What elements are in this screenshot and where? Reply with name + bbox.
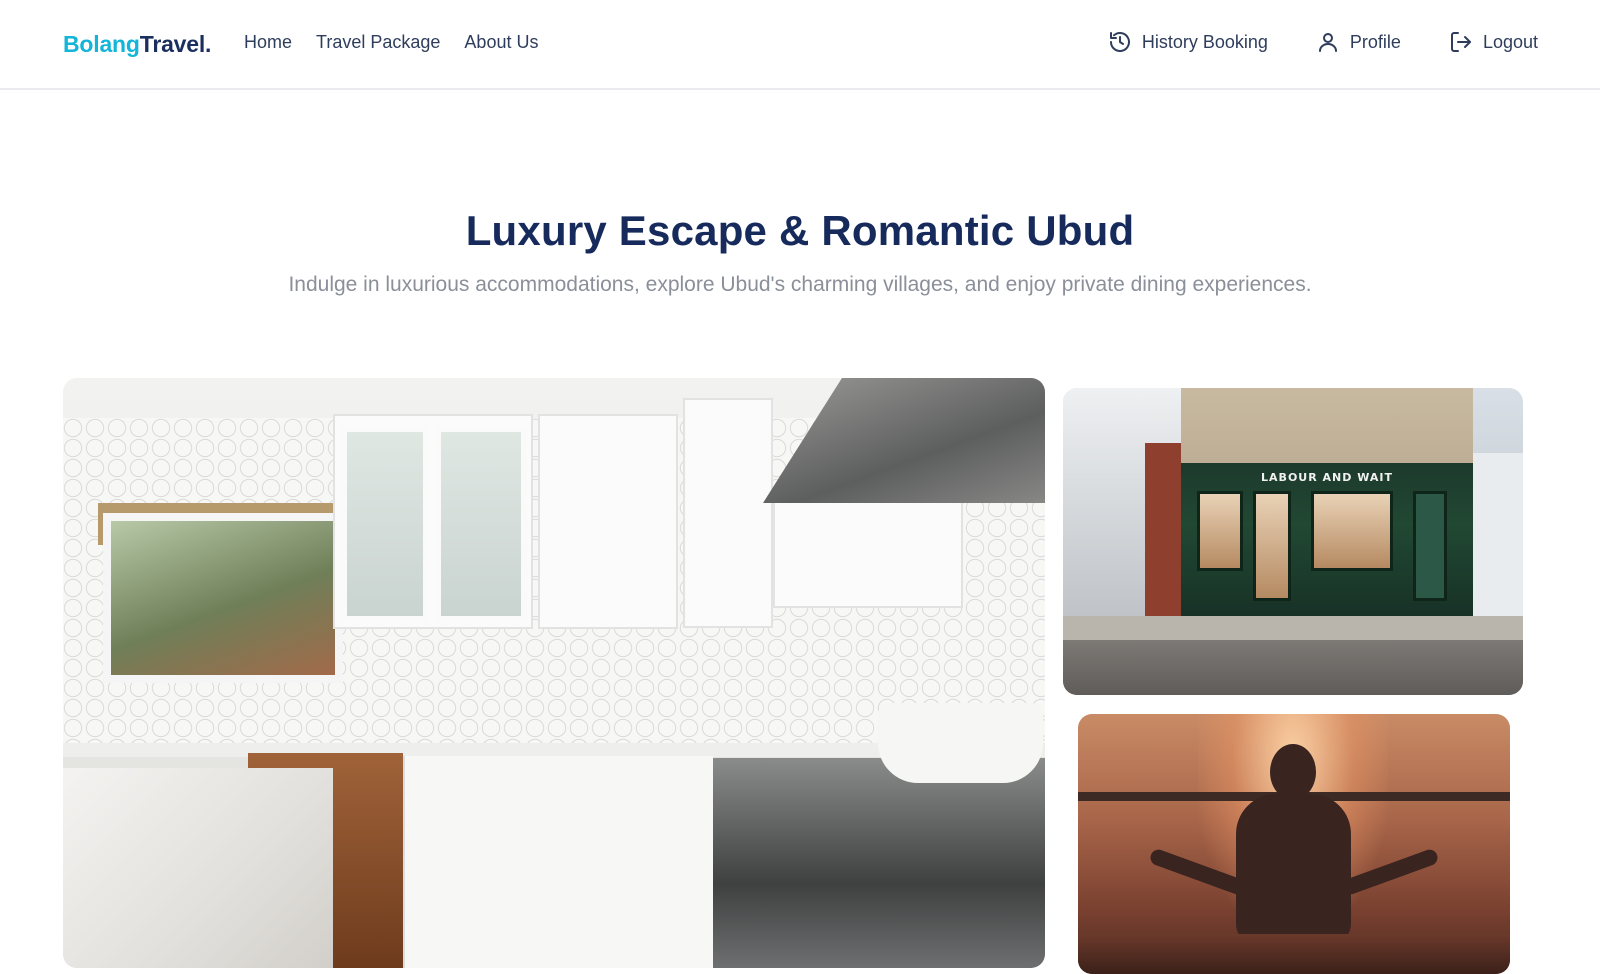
nav-link-about-us[interactable]: About Us xyxy=(464,32,538,53)
kitchen-stove xyxy=(713,758,1045,968)
nav-link-home[interactable]: Home xyxy=(244,32,292,53)
kitchen-cabinet xyxy=(538,414,678,629)
street-pavement xyxy=(1063,616,1523,640)
history-booking-label: History Booking xyxy=(1141,31,1268,52)
kitchen-pot xyxy=(878,703,1043,783)
user-nav: History Booking Profile Logout xyxy=(1108,30,1538,54)
street-road xyxy=(1063,640,1523,695)
street-right-building xyxy=(1473,453,1523,618)
nav-link-travel-package[interactable]: Travel Package xyxy=(316,32,440,53)
shop-door-right xyxy=(1413,491,1447,601)
top-navbar: BolangTravel. Home Travel Package About … xyxy=(0,0,1600,90)
main-nav: Home Travel Package About Us xyxy=(244,32,538,53)
street-shop-photo[interactable]: LABOUR AND WAIT xyxy=(1063,388,1523,695)
yoga-head xyxy=(1270,744,1316,800)
kitchen-range-hood xyxy=(763,378,1045,503)
shop-sign: LABOUR AND WAIT xyxy=(1261,471,1393,484)
logout-label: Logout xyxy=(1482,31,1538,52)
shop-window-left xyxy=(1197,491,1243,571)
yoga-sunset-photo[interactable] xyxy=(1078,714,1510,974)
brand-logo[interactable]: BolangTravel. xyxy=(63,31,211,58)
kitchen-window xyxy=(103,513,343,683)
shop-door xyxy=(1253,491,1291,601)
street-red-building xyxy=(1145,443,1185,618)
kitchen-marble-island xyxy=(63,768,333,968)
logout-icon xyxy=(1450,32,1471,52)
yoga-deck xyxy=(1078,934,1510,974)
kitchen-cabinet-lower-hood xyxy=(773,488,963,608)
logout-link[interactable]: Logout xyxy=(1449,30,1538,54)
brand-name-part1: Bolang xyxy=(63,31,140,57)
page-subtitle: Indulge in luxurious accommodations, exp… xyxy=(288,273,1312,296)
street-shopfront: LABOUR AND WAIT xyxy=(1181,463,1473,618)
kitchen-photo[interactable] xyxy=(63,378,1045,968)
shop-window-main xyxy=(1311,491,1393,571)
kitchen-cabinet-corner xyxy=(683,398,773,628)
profile-link[interactable]: Profile xyxy=(1316,30,1401,54)
page-title: Luxury Escape & Romantic Ubud xyxy=(465,207,1135,254)
history-icon xyxy=(1109,32,1130,52)
profile-label: Profile xyxy=(1349,31,1401,52)
kitchen-glass-door-left xyxy=(341,426,429,622)
kitchen-drawers xyxy=(403,756,713,968)
yoga-silhouette xyxy=(1236,794,1351,944)
user-icon xyxy=(1318,33,1337,52)
history-booking-link[interactable]: History Booking xyxy=(1108,30,1268,54)
kitchen-glass-door-right xyxy=(435,426,527,622)
brand-name-part2: Travel. xyxy=(139,31,212,57)
